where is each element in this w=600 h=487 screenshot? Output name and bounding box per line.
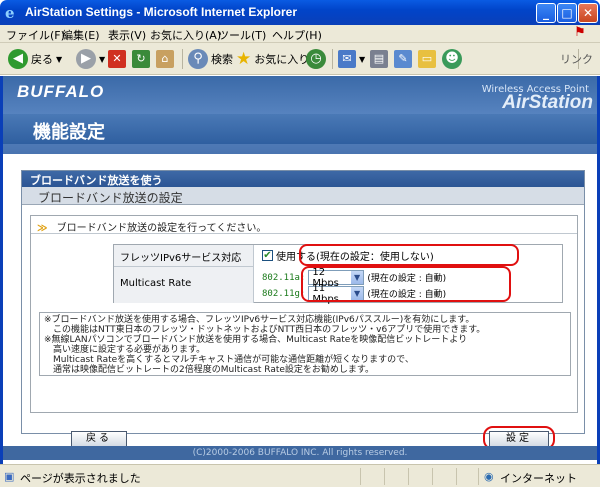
band-label: 802.11g: bbox=[262, 288, 306, 299]
menu-help[interactable]: ヘルプ(H) bbox=[272, 27, 322, 43]
intro-row: ≫ ブロードバンド放送の設定を行ってください。 bbox=[31, 216, 577, 234]
toolbar: ◀ 戻る ▼ ▶ ▼ ✕ ↻ ⌂ ⚲ 検索 ★ お気に入り ◷ ✉ ▼ ▤ ✎ … bbox=[0, 43, 600, 75]
forward-arrow-icon: ▶ bbox=[76, 49, 96, 69]
status-bar: ▣ ページが表示されました ◉ インターネット bbox=[0, 464, 600, 487]
menu-file[interactable]: ファイル(F) bbox=[6, 27, 65, 43]
dropdown-arrow-icon[interactable]: ▼ bbox=[359, 55, 365, 64]
home-button[interactable]: ⌂ bbox=[156, 47, 174, 71]
ipv6-checkbox[interactable]: ✔ bbox=[262, 250, 273, 261]
home-icon: ⌂ bbox=[156, 50, 174, 68]
messenger-button[interactable]: ☻ bbox=[442, 47, 462, 71]
globe-icon: ◉ bbox=[484, 470, 494, 483]
page-content: BUFFALO Wireless Access Point AirStation… bbox=[0, 76, 600, 464]
notes-box: ※ブロードバンド放送を使用する場合、フレッツIPv6サービス対応機能(IPv6パ… bbox=[39, 312, 571, 376]
favorites-button[interactable]: ★ お気に入り bbox=[236, 47, 309, 71]
menu-bar: ファイル(F) 編集(E) 表示(V) お気に入り(A) ツール(T) ヘルプ(… bbox=[0, 25, 600, 43]
maximize-button[interactable]: □ bbox=[557, 3, 577, 23]
settings-box: ≫ ブロードバンド放送の設定を行ってください。 フレッツIPv6サービス対応機能… bbox=[30, 215, 578, 413]
highlight-ipv6 bbox=[299, 244, 519, 266]
edit-button[interactable]: ✎ bbox=[394, 47, 412, 71]
search-icon: ⚲ bbox=[188, 49, 208, 69]
multicast-label: Multicast Rate bbox=[114, 267, 254, 303]
dropdown-arrow-icon[interactable]: ▼ bbox=[99, 55, 105, 64]
back-nav-button[interactable]: ◀ 戻る ▼ bbox=[8, 47, 62, 71]
copyright: (C)2000-2006 BUFFALO INC. All rights res… bbox=[3, 446, 597, 460]
section-title: ブロードバンド放送の設定 bbox=[22, 187, 584, 205]
forward-nav-button[interactable]: ▶ ▼ bbox=[76, 47, 105, 71]
ipv6-label: フレッツIPv6サービス対応機能 bbox=[114, 245, 254, 279]
windows-flag-icon: ⚑ bbox=[574, 25, 586, 40]
airstation-logo: AirStation bbox=[502, 92, 593, 113]
menu-tools[interactable]: ツール(T) bbox=[218, 27, 266, 43]
menu-favorites[interactable]: お気に入り(A) bbox=[150, 27, 221, 43]
window-title: AirStation Settings - Microsoft Internet… bbox=[25, 5, 298, 19]
note-line: ※ブロードバンド放送を使用する場合、フレッツIPv6サービス対応機能(IPv6パ… bbox=[44, 315, 475, 325]
note-line: 通常は映像配信ビットレートの2倍程度のMulticast Rate設定をお勧めし… bbox=[44, 365, 375, 375]
highlight-multicast bbox=[301, 266, 511, 302]
refresh-icon: ↻ bbox=[132, 50, 150, 68]
panel-header: ブロードバンド放送を使う bbox=[22, 171, 584, 187]
links-label[interactable]: リンク bbox=[560, 47, 593, 71]
page-title-bar: 機能設定 bbox=[3, 114, 597, 144]
star-icon: ★ bbox=[236, 49, 252, 69]
dropdown-arrow-icon[interactable]: ▼ bbox=[56, 55, 62, 64]
zone-label: インターネット bbox=[500, 472, 577, 485]
note-line: Multicast Rateを高くするとマルチキャスト通信が可能な通信距離が短く… bbox=[44, 355, 414, 365]
history-icon: ◷ bbox=[306, 49, 326, 69]
double-arrow-icon: ≫ bbox=[37, 223, 48, 234]
back-arrow-icon: ◀ bbox=[8, 49, 28, 69]
apply-button[interactable]: 設定 bbox=[489, 431, 549, 447]
stop-button[interactable]: ✕ bbox=[108, 47, 126, 71]
note-line: この機能はNTT東日本のフレッツ・ドットネットおよびNTT西日本のフレッツ・v6… bbox=[44, 325, 486, 335]
edit-icon: ✎ bbox=[394, 50, 412, 68]
messenger-icon: ☻ bbox=[442, 49, 462, 69]
intro-text: ブロードバンド放送の設定を行ってください。 bbox=[56, 223, 267, 234]
note-line: 高い速度に設定する必要があります。 bbox=[44, 345, 206, 355]
print-icon: ▤ bbox=[370, 50, 388, 68]
stop-icon: ✕ bbox=[108, 50, 126, 68]
page-title: 機能設定 bbox=[33, 122, 105, 143]
page-done-icon: ▣ bbox=[4, 470, 15, 483]
folder-button[interactable]: ▭ bbox=[418, 47, 436, 71]
band-label: 802.11a: bbox=[262, 272, 306, 283]
back-nav-label: 戻る bbox=[31, 53, 53, 66]
mail-icon: ✉ bbox=[338, 50, 356, 68]
note-line: ※無線LANパソコンでブロードバンド放送を使用する場合、Multicast Ra… bbox=[44, 335, 468, 345]
search-label: 検索 bbox=[211, 53, 233, 66]
refresh-button[interactable]: ↻ bbox=[132, 47, 150, 71]
menu-view[interactable]: 表示(V) bbox=[108, 27, 146, 43]
search-button[interactable]: ⚲ 検索 bbox=[188, 47, 233, 71]
favorites-label: お気に入り bbox=[254, 53, 310, 66]
minimize-button[interactable]: _ bbox=[536, 3, 556, 23]
folder-icon: ▭ bbox=[418, 50, 436, 68]
buffalo-logo: BUFFALO bbox=[17, 82, 105, 101]
settings-panel: ブロードバンド放送を使う ブロードバンド放送の設定 ≫ ブロードバンド放送の設定… bbox=[21, 170, 585, 434]
menu-edit[interactable]: 編集(E) bbox=[62, 27, 100, 43]
back-button[interactable]: 戻る bbox=[71, 431, 127, 447]
print-button[interactable]: ▤ bbox=[370, 47, 388, 71]
status-text: ページが表示されました bbox=[20, 472, 141, 485]
ie-logo-icon: e bbox=[5, 4, 15, 22]
close-button[interactable]: ✕ bbox=[578, 3, 598, 23]
mail-button[interactable]: ✉ ▼ bbox=[338, 47, 365, 71]
title-bar: e AirStation Settings - Microsoft Intern… bbox=[0, 0, 600, 25]
history-button[interactable]: ◷ bbox=[306, 47, 326, 71]
